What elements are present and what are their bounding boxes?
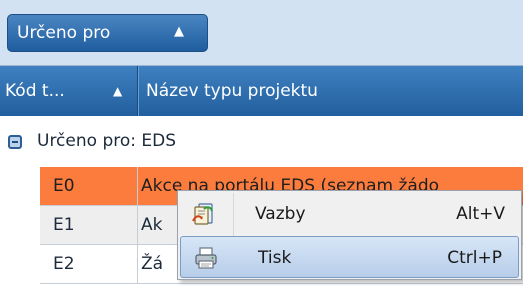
cell-divider — [137, 206, 138, 245]
printer-icon — [193, 245, 219, 271]
menu-item-vazby[interactable]: Vazby Alt+V — [178, 193, 521, 235]
cell-code: E2 — [53, 254, 75, 274]
cell-name: Ak — [141, 215, 163, 235]
cell-code: E1 — [53, 215, 75, 235]
cell-divider — [137, 245, 138, 284]
column-header-kod[interactable]: Kód t... ▲ — [0, 66, 137, 116]
context-menu: Vazby Alt+V Tisk Ctrl+P — [177, 190, 522, 280]
column-header-row: Kód t... ▲ Název typu projektu — [0, 66, 523, 116]
links-icon — [190, 201, 216, 227]
sort-ascending-icon: ▲ — [113, 84, 123, 98]
group-row-label: Určeno pro: EDS — [37, 131, 177, 151]
group-row[interactable]: Určeno pro: EDS — [0, 117, 523, 167]
menu-item-shortcut: Alt+V — [456, 204, 505, 224]
menu-item-shortcut: Ctrl+P — [447, 248, 502, 268]
cell-divider — [137, 167, 138, 206]
cell-code: E0 — [53, 176, 75, 196]
sort-ascending-icon: ▲ — [174, 24, 184, 39]
group-chip-label: Určeno pro — [17, 23, 111, 43]
group-by-chip-urceno-pro[interactable]: Určeno pro ▲ — [7, 14, 208, 52]
collapse-icon[interactable] — [8, 135, 22, 149]
column-header-nazev-label: Název typu projektu — [146, 81, 318, 101]
cell-name: Žá — [141, 254, 164, 274]
column-header-nazev[interactable]: Název typu projektu — [139, 66, 523, 116]
group-by-panel: Určeno pro ▲ — [0, 0, 523, 66]
menu-item-tisk[interactable]: Tisk Ctrl+P — [180, 236, 519, 278]
menu-item-label: Tisk — [258, 248, 292, 268]
column-header-kod-label: Kód t... — [5, 81, 65, 101]
menu-item-label: Vazby — [255, 204, 306, 224]
